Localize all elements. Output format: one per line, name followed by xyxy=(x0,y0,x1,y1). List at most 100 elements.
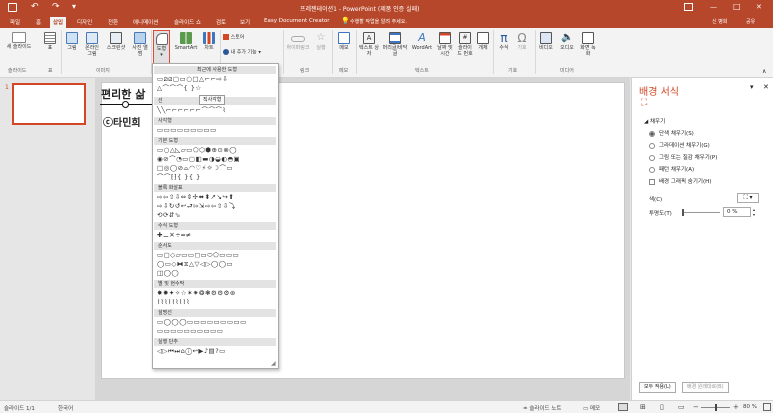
reading-view-icon[interactable]: ▯ xyxy=(660,403,664,411)
zoom-slider-thumb[interactable] xyxy=(715,404,717,411)
tab-insert[interactable]: 삽입 xyxy=(50,17,67,28)
pane-options-icon[interactable]: ▾ xyxy=(750,83,754,91)
tab-home[interactable]: 홈 xyxy=(36,18,41,26)
fill-option-pattern[interactable]: 패턴 채우기(A) xyxy=(649,165,694,173)
flowchart-row-3[interactable]: ◫◯◯ xyxy=(157,269,179,277)
resize-grip-icon[interactable]: ◢ xyxy=(271,360,276,367)
block-arrows-row-2[interactable]: ⇨⇩↻↺↩⮐⇰⇲⇨⇦⇧⇩⤵ xyxy=(157,202,236,210)
action-buttons-row[interactable]: ◁▷⏮⏭⌂ⓘ↩▶♪▤?▭ xyxy=(157,347,226,355)
save-icon[interactable] xyxy=(8,3,17,12)
hyperlink-button[interactable]: 하이퍼링크 xyxy=(285,32,311,51)
fill-bucket-icon[interactable]: ⛶ xyxy=(641,98,647,108)
pane-close-icon[interactable]: ✕ xyxy=(763,83,769,91)
basic-shapes-row-1[interactable]: ▭○△◺▱▭⬠⬡⬢⊕⊙⊗◯ xyxy=(157,146,237,154)
tab-file[interactable]: 파일 xyxy=(10,18,20,26)
tab-design[interactable]: 디자인 xyxy=(77,18,92,26)
tab-transitions[interactable]: 전환 xyxy=(108,18,118,26)
picture-button[interactable]: 그림 xyxy=(64,32,80,51)
date-time-button[interactable]: 날짜 및 시간 xyxy=(436,32,454,57)
callouts-row-2[interactable]: ▭▭▭▭▭▭▭▭▭▭ xyxy=(157,327,223,335)
tab-view[interactable]: 보기 xyxy=(240,18,250,26)
object-button[interactable]: 개체 xyxy=(476,32,490,51)
user-name[interactable]: 신 병희 xyxy=(712,18,727,25)
tab-review[interactable]: 검토 xyxy=(216,18,226,26)
notes-button[interactable]: ≐ 슬라이드 노트 xyxy=(523,404,561,412)
comments-button[interactable]: ▭ 메모 xyxy=(583,404,600,412)
flowchart-row-1[interactable]: ▭▢◇▱▭▭◻▭⬭⬠▭▭▭ xyxy=(157,251,239,259)
close-button[interactable]: ✕ xyxy=(756,3,762,11)
zoom-slider[interactable] xyxy=(701,404,730,411)
fill-section-header[interactable]: ◢ 채우기 xyxy=(644,117,665,125)
my-addins-button[interactable]: 내 추가 기능 ▾ xyxy=(223,49,281,56)
fit-slide-icon[interactable] xyxy=(763,403,771,411)
zoom-out-icon[interactable]: − xyxy=(693,403,699,411)
apply-to-all-button[interactable]: 모두 적용(L) xyxy=(639,382,676,393)
table-button[interactable]: 표 xyxy=(42,32,58,51)
recent-shapes-row-2[interactable]: △⌒⌒⌒{ }☆ xyxy=(157,84,202,92)
screenshot-button[interactable]: 스크린샷 xyxy=(103,32,129,51)
slide-thumbnail[interactable] xyxy=(12,83,86,125)
block-arrows-row-1[interactable]: ⇨⇦⇧⇩⇔⇕✢⬌⬍↗↘↪⬆ xyxy=(157,193,234,201)
minimize-button[interactable]: — xyxy=(710,3,717,11)
ribbon-display-options-icon[interactable] xyxy=(684,3,693,11)
lines-row[interactable]: ╲╲⌐⌐⌐⌐⌐⌐⌒⌒⌒⌇ xyxy=(157,106,226,114)
spin-icon[interactable]: ▴ ▾ xyxy=(753,207,755,217)
block-arrows-row-3[interactable]: ⟲⟳⇵⬂ xyxy=(157,211,181,219)
transparency-slider[interactable] xyxy=(682,209,720,216)
zoom-in-icon[interactable]: + xyxy=(733,403,739,411)
wordart-button[interactable]: A WordArt xyxy=(410,32,434,52)
maximize-button[interactable]: □ xyxy=(733,2,741,11)
callouts-row-1[interactable]: ▭◯◯◯▭▭▭▭▭▭▭▭▭ xyxy=(157,318,247,326)
fill-option-picture[interactable]: 그림 또는 질감 채우기(P) xyxy=(649,153,717,161)
photo-album-button[interactable]: 사진 앨범 xyxy=(131,32,149,57)
tab-easy-document-creator[interactable]: Easy Document Creator xyxy=(264,18,329,24)
basic-shapes-row-2[interactable]: ◉⊘⌒◔▭▢◧▬◑◒◐◓▣ xyxy=(157,155,240,163)
line-handle[interactable] xyxy=(122,101,129,108)
fill-option-gradient[interactable]: 그라데이션 채우기(G) xyxy=(649,141,710,149)
chart-button[interactable]: 차트 xyxy=(201,32,217,51)
stars-row-2[interactable]: ⌇⌇⌇⌇⌇⌇⌇⌇⌇ xyxy=(157,298,190,306)
slide-subtitle[interactable]: ⓒ타민희 xyxy=(103,114,141,129)
header-footer-button[interactable]: 머리글/바닥글 xyxy=(382,32,408,57)
share-button[interactable]: 공유 xyxy=(746,18,755,25)
basic-shapes-row-4[interactable]: ⌒⌒⁅⁆{ }{ } xyxy=(157,173,201,181)
slide-title[interactable]: 편리한 삶 xyxy=(101,86,145,102)
flowchart-row-2[interactable]: ◯▭◇⧓⧖△▽◁▷◯◯▭ xyxy=(157,260,233,268)
slideshow-icon[interactable]: ▭ xyxy=(678,403,685,411)
store-button[interactable]: 스토어 xyxy=(223,34,263,41)
quick-access-customize-icon[interactable]: ▾ xyxy=(72,2,76,11)
video-button[interactable]: 비디오 xyxy=(538,32,554,51)
slide-sorter-icon[interactable]: ⊞ xyxy=(640,403,646,411)
zoom-level[interactable]: 80 % xyxy=(743,404,757,410)
slider-thumb[interactable] xyxy=(682,209,684,216)
audio-button[interactable]: 🔈 오디오 xyxy=(558,32,576,51)
redo-icon[interactable]: ↷ xyxy=(52,2,60,12)
smartart-button[interactable]: SmartArt xyxy=(173,32,199,51)
shapes-button[interactable]: 도형 ▾ xyxy=(153,30,170,66)
symbol-button[interactable]: Ω 기호 xyxy=(514,32,530,51)
fill-option-solid[interactable]: 단색 채우기(S) xyxy=(649,129,694,137)
hide-background-checkbox[interactable]: 배경 그래픽 숨기기(H) xyxy=(649,177,711,185)
normal-view-icon[interactable] xyxy=(618,403,628,411)
collapse-ribbon-icon[interactable]: ∧ xyxy=(762,68,766,75)
online-picture-button[interactable]: 온라인 그림 xyxy=(83,32,101,57)
comment-button[interactable]: 메모 xyxy=(335,32,353,51)
equation-button[interactable]: π 수식 xyxy=(496,32,512,51)
color-picker-button[interactable]: ⛶ ▾ xyxy=(737,193,759,203)
basic-shapes-row-3[interactable]: □◎◯⊘⌓◠♡⚡☼☽⌒▭ xyxy=(157,164,233,172)
undo-icon[interactable]: ↶ xyxy=(31,2,39,12)
reset-background-button[interactable]: 배경 원래대로(B) xyxy=(682,382,729,393)
tell-me-search[interactable]: 수행할 작업을 알려 주세요. xyxy=(350,18,407,25)
slide-number-button[interactable]: # 슬라이드 번호 xyxy=(456,32,474,57)
screen-recording-button[interactable]: 화면 녹화 xyxy=(579,32,597,57)
stars-row-1[interactable]: ✸✹✦✧☆✶✷❂❃⚙⚙⚙⊛ xyxy=(157,289,236,297)
tab-slideshow[interactable]: 슬라이드 쇼 xyxy=(174,18,201,26)
new-slide-button[interactable]: 새 슬라이드 xyxy=(2,32,36,50)
recent-shapes-row[interactable]: ▭⧄⧄▢▭○□△⌐⌐⇨⇩ xyxy=(157,75,228,83)
tab-animations[interactable]: 애니메이션 xyxy=(133,18,158,26)
equation-shapes-row[interactable]: ✚⚊✕÷═≠ xyxy=(157,231,192,239)
rectangles-row[interactable]: ▭▭▭▭▭▭▭▭▭ xyxy=(157,126,217,134)
language-indicator[interactable]: 한국어 xyxy=(58,404,73,412)
action-button[interactable]: ☆ 실행 xyxy=(313,32,329,51)
textbox-button[interactable]: A 텍스트 상자 xyxy=(358,32,380,57)
